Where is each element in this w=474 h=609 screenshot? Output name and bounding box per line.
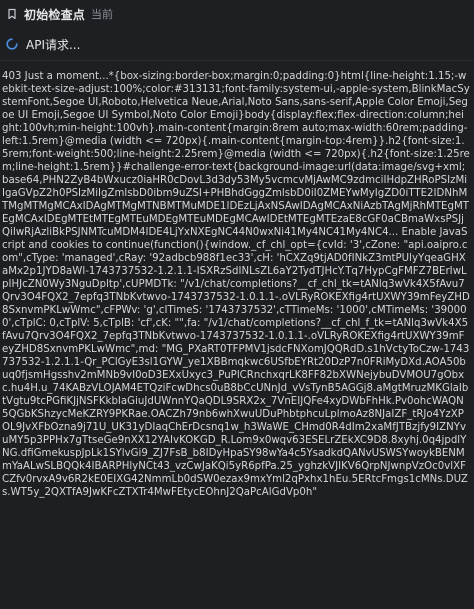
bookmark-icon xyxy=(6,8,18,20)
current-tag: 当前 xyxy=(91,8,114,21)
response-script-text: Enable JavaScript and cookies to continu… xyxy=(2,227,470,498)
checkpoint-header[interactable]: 初始检查点 当前 xyxy=(0,0,474,28)
checkpoint-title: 初始检查点 xyxy=(24,7,86,22)
loading-spinner-icon xyxy=(6,38,18,50)
api-request-label: API请求... xyxy=(26,37,81,52)
divider xyxy=(0,60,474,61)
api-request-status[interactable]: API请求... xyxy=(0,32,474,56)
response-log[interactable]: 403 Just a moment...*{box-sizing:border-… xyxy=(2,70,470,604)
response-html-text: 403 Just a moment...*{box-sizing:border-… xyxy=(2,71,470,238)
